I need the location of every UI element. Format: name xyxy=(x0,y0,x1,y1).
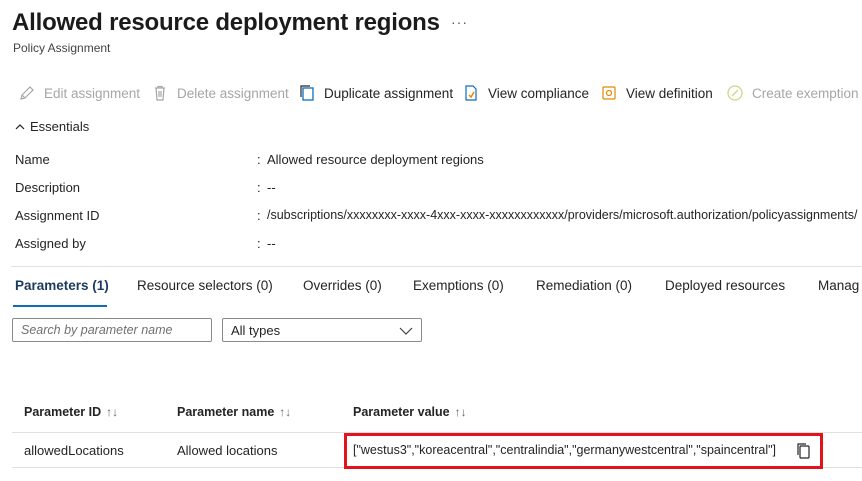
tab-bar: Parameters (1) Resource selectors (0) Ov… xyxy=(0,274,862,308)
page-subtitle: Policy Assignment xyxy=(13,41,111,55)
chevron-up-icon xyxy=(15,123,25,129)
view-compliance-label: View compliance xyxy=(488,85,590,101)
essentials-value-assigned-by: -- xyxy=(267,235,276,251)
cell-parameter-id: allowedLocations xyxy=(24,443,124,458)
create-exemption-button[interactable]: Create exemption xyxy=(726,82,859,104)
tab-parameters[interactable]: Parameters (1) xyxy=(15,278,109,293)
essentials-label-name: Name xyxy=(15,151,50,167)
delete-assignment-label: Delete assignment xyxy=(177,85,289,101)
tab-deployed-resources[interactable]: Deployed resources xyxy=(665,278,785,293)
command-bar: Edit assignment Delete assignment Duplic… xyxy=(0,82,862,104)
sort-icon: ↑↓ xyxy=(454,405,467,419)
more-options-button[interactable]: ··· xyxy=(451,14,468,30)
pencil-icon xyxy=(18,84,36,102)
cell-parameter-name: Allowed locations xyxy=(177,443,278,458)
column-header-parameter-id[interactable]: Parameter ID ↑↓ xyxy=(24,405,118,419)
duplicate-icon xyxy=(298,84,316,102)
tab-remediation[interactable]: Remediation (0) xyxy=(536,278,632,293)
sort-icon: ↑↓ xyxy=(279,405,292,419)
delete-assignment-button[interactable]: Delete assignment xyxy=(151,82,289,104)
essentials-value-name: Allowed resource deployment regions xyxy=(267,151,484,167)
create-exemption-label: Create exemption xyxy=(752,85,859,101)
essentials-row-description: Description : -- xyxy=(15,179,276,195)
essentials-label-assigned-by: Assigned by xyxy=(15,235,86,251)
edit-assignment-label: Edit assignment xyxy=(44,85,141,101)
tab-resource-selectors[interactable]: Resource selectors (0) xyxy=(137,278,273,293)
duplicate-assignment-button[interactable]: Duplicate assignment xyxy=(298,82,453,104)
tab-overrides[interactable]: Overrides (0) xyxy=(303,278,382,293)
view-definition-label: View definition xyxy=(626,85,713,101)
essentials-row-assigned-by: Assigned by : -- xyxy=(15,235,276,251)
essentials-label-assignment-id: Assignment ID xyxy=(15,207,100,223)
essentials-value-description: -- xyxy=(267,179,276,195)
essentials-row-assignment-id: Assignment ID : /subscriptions/xxxxxxxx-… xyxy=(15,207,858,223)
exemption-icon xyxy=(726,84,744,102)
essentials-label-description: Description xyxy=(15,179,81,195)
view-definition-button[interactable]: View definition xyxy=(600,82,713,104)
column-header-parameter-name[interactable]: Parameter name ↑↓ xyxy=(177,405,291,419)
column-header-parameter-value[interactable]: Parameter value ↑↓ xyxy=(353,405,467,419)
tab-exemptions[interactable]: Exemptions (0) xyxy=(413,278,504,293)
view-compliance-button[interactable]: View compliance xyxy=(462,82,589,104)
active-tab-indicator xyxy=(13,305,107,307)
essentials-label: Essentials xyxy=(30,119,90,134)
trash-icon xyxy=(151,84,169,102)
parameter-search-input[interactable] xyxy=(12,318,212,342)
tab-managed-identity[interactable]: Manag xyxy=(818,278,859,293)
page-title: Allowed resource deployment regions xyxy=(12,9,440,36)
definition-icon xyxy=(600,84,618,102)
type-filter-value: All types xyxy=(231,322,281,338)
essentials-row-name: Name : Allowed resource deployment regio… xyxy=(15,151,484,167)
highlight-annotation-box xyxy=(344,433,823,469)
section-divider xyxy=(11,266,862,267)
edit-assignment-button[interactable]: Edit assignment xyxy=(18,82,140,104)
duplicate-assignment-label: Duplicate assignment xyxy=(324,85,454,101)
type-filter-dropdown[interactable]: All types xyxy=(222,318,422,342)
essentials-value-assignment-id: /subscriptions/xxxxxxxx-xxxx-4xxx-xxxx-x… xyxy=(267,208,858,222)
sort-icon: ↑↓ xyxy=(106,405,119,419)
essentials-toggle[interactable]: Essentials xyxy=(14,119,89,134)
chevron-down-icon xyxy=(399,327,413,335)
compliance-icon xyxy=(462,84,480,102)
